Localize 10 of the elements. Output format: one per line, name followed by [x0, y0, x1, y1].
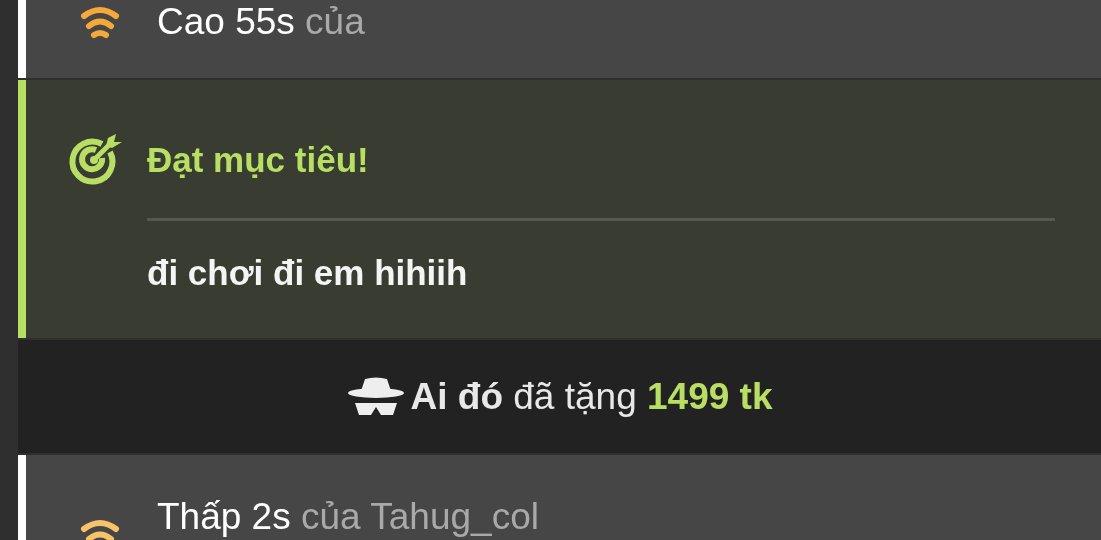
event-sender: của Tahug_col [301, 496, 539, 537]
event-label: Cao 55s [157, 1, 295, 42]
donation-text: Ai đó đã tặng 1499 tk [410, 375, 773, 418]
signal-icon [80, 4, 120, 40]
event-sender: của [305, 1, 365, 42]
incognito-icon [346, 376, 405, 417]
event-label: Thấp 2s [157, 496, 291, 537]
goal-title: Đạt mục tiêu! [147, 140, 369, 180]
target-icon [66, 132, 122, 188]
goal-message: đi chơi đi em hihiih [147, 218, 1055, 293]
